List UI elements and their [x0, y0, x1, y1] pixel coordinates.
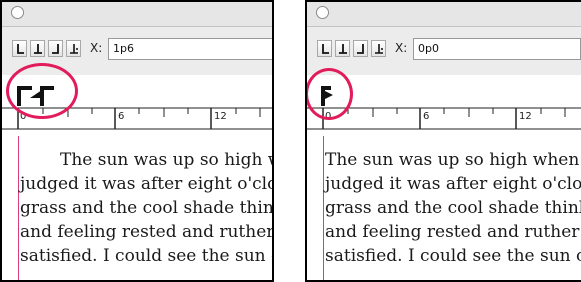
- x-position-label: X:: [90, 41, 103, 55]
- ruler-label-6: 6: [423, 111, 430, 122]
- decimal-tab-button[interactable]: [371, 40, 386, 57]
- left-tab-icon: [17, 44, 24, 54]
- ruler-label-12: 12: [519, 111, 532, 122]
- ruler-label-6: 6: [118, 111, 125, 122]
- align-decimal-tab-icon: [375, 44, 383, 54]
- text-line: grass and the cool shade think: [325, 198, 581, 218]
- text-line: The sun was up so high when: [325, 150, 580, 170]
- text-frame[interactable]: The sun was up so high w judged it was a…: [2, 136, 272, 280]
- panel-titlebar: [307, 2, 581, 27]
- text-line: grass and the cool shade think: [20, 198, 274, 218]
- tabs-panel-right: X: 0p0 0 6 12 The sun was up so high whe…: [305, 0, 581, 282]
- close-button-icon[interactable]: [11, 6, 24, 19]
- text-line: judged it was after eight o'clock: [20, 174, 274, 194]
- margin-guide: [323, 136, 324, 280]
- decimal-tab-button[interactable]: [66, 40, 81, 57]
- indent-highlight-circle: [6, 63, 78, 119]
- right-tab-icon: [357, 44, 364, 54]
- left-tab-icon: [322, 44, 329, 54]
- center-tab-button[interactable]: [30, 40, 45, 57]
- tabs-panel-left: X: 1p6 0 6 12 The sun was up so high w j…: [0, 0, 274, 282]
- left-tab-button[interactable]: [317, 40, 332, 57]
- x-position-label: X:: [395, 41, 408, 55]
- text-line: satisfied. I could see the sun o: [20, 246, 274, 266]
- indent-highlight-circle: [307, 68, 353, 120]
- text-line: satisfied. I could see the sun ou: [325, 246, 581, 266]
- align-decimal-tab-icon: [70, 44, 78, 54]
- x-position-field[interactable]: 0p0: [413, 38, 581, 60]
- center-tab-button[interactable]: [335, 40, 350, 57]
- margin-guide: [18, 136, 19, 280]
- right-tab-button[interactable]: [48, 40, 63, 57]
- text-frame[interactable]: The sun was up so high when judged it wa…: [307, 136, 581, 280]
- tab-toolbar: X: 0p0: [307, 27, 581, 75]
- x-position-field[interactable]: 1p6: [108, 38, 272, 60]
- right-tab-button[interactable]: [353, 40, 368, 57]
- center-tab-icon: [339, 44, 347, 54]
- center-tab-icon: [34, 44, 42, 54]
- close-button-icon[interactable]: [316, 6, 329, 19]
- left-tab-button[interactable]: [12, 40, 27, 57]
- text-line: judged it was after eight o'clock: [325, 174, 581, 194]
- right-tab-icon: [52, 44, 59, 54]
- text-line: and feeling rested and ruther c: [325, 222, 581, 242]
- panel-titlebar: [2, 2, 272, 27]
- text-line: The sun was up so high w: [60, 150, 274, 170]
- ruler-label-12: 12: [214, 111, 227, 122]
- text-line: and feeling rested and ruther c: [20, 222, 274, 242]
